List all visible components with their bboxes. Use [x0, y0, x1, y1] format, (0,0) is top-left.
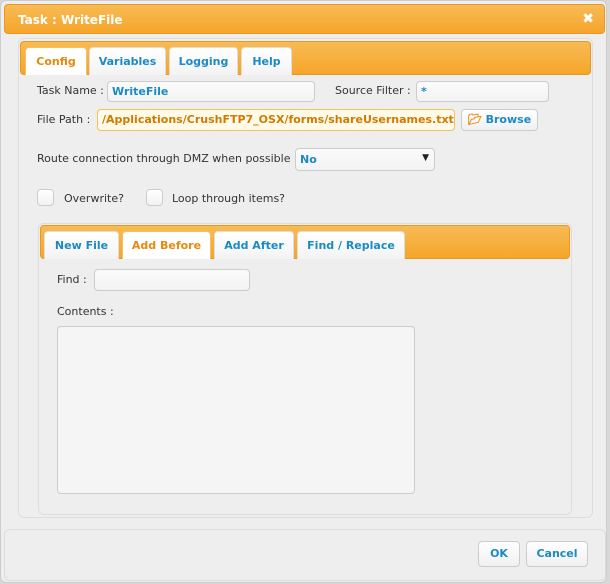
tab-find-replace[interactable]: Find / Replace	[297, 231, 405, 259]
dialog-footer: OK Cancel	[4, 529, 606, 581]
tab-add-after[interactable]: Add After	[214, 231, 294, 259]
contents-textarea[interactable]	[57, 326, 415, 494]
sub-tab-bar: New File Add Before Add After Find / Rep…	[40, 225, 570, 259]
route-label: Route connection through DMZ when possib…	[37, 152, 298, 165]
dialog-titlebar[interactable]: Task : WriteFile ✖	[4, 4, 605, 34]
tab-add-before[interactable]: Add Before	[122, 231, 211, 259]
loop-label: Loop through items?	[172, 192, 286, 205]
folder-icon: 📂︎	[467, 113, 482, 126]
find-input[interactable]	[94, 269, 250, 291]
find-label: Find :	[57, 273, 87, 286]
task-dialog: Task : WriteFile ✖ Config Variables Logg…	[0, 0, 607, 583]
browse-button[interactable]: 📂︎ Browse	[461, 109, 538, 131]
task-name-input[interactable]: WriteFile	[107, 81, 315, 102]
source-filter-input[interactable]: *	[416, 81, 549, 102]
overwrite-checkbox[interactable]	[37, 189, 54, 206]
browse-label: Browse	[485, 113, 532, 126]
loop-checkbox[interactable]	[146, 189, 163, 206]
file-path-label: File Path :	[37, 113, 91, 126]
tab-config[interactable]: Config	[25, 47, 87, 75]
main-tab-bar: Config Variables Logging Help	[20, 41, 591, 75]
file-path-input[interactable]: /Applications/CrushFTP7_OSX/forms/shareU…	[97, 109, 455, 131]
route-select[interactable]: No ▼	[295, 148, 435, 171]
tab-logging[interactable]: Logging	[169, 47, 238, 75]
route-value: No	[300, 153, 317, 166]
dialog-title: Task : WriteFile	[18, 13, 123, 27]
contents-label: Contents :	[57, 305, 114, 318]
overwrite-label: Overwrite?	[64, 192, 124, 205]
tab-help[interactable]: Help	[241, 47, 292, 75]
tab-new-file[interactable]: New File	[44, 231, 119, 259]
task-name-label: Task Name :	[37, 84, 104, 97]
cancel-button[interactable]: Cancel	[526, 541, 588, 567]
close-icon[interactable]: ✖	[582, 11, 594, 27]
tab-variables[interactable]: Variables	[89, 47, 166, 75]
ok-button[interactable]: OK	[478, 541, 520, 567]
dropdown-arrow-icon: ▼	[422, 153, 429, 163]
source-filter-label: Source Filter :	[335, 84, 411, 97]
